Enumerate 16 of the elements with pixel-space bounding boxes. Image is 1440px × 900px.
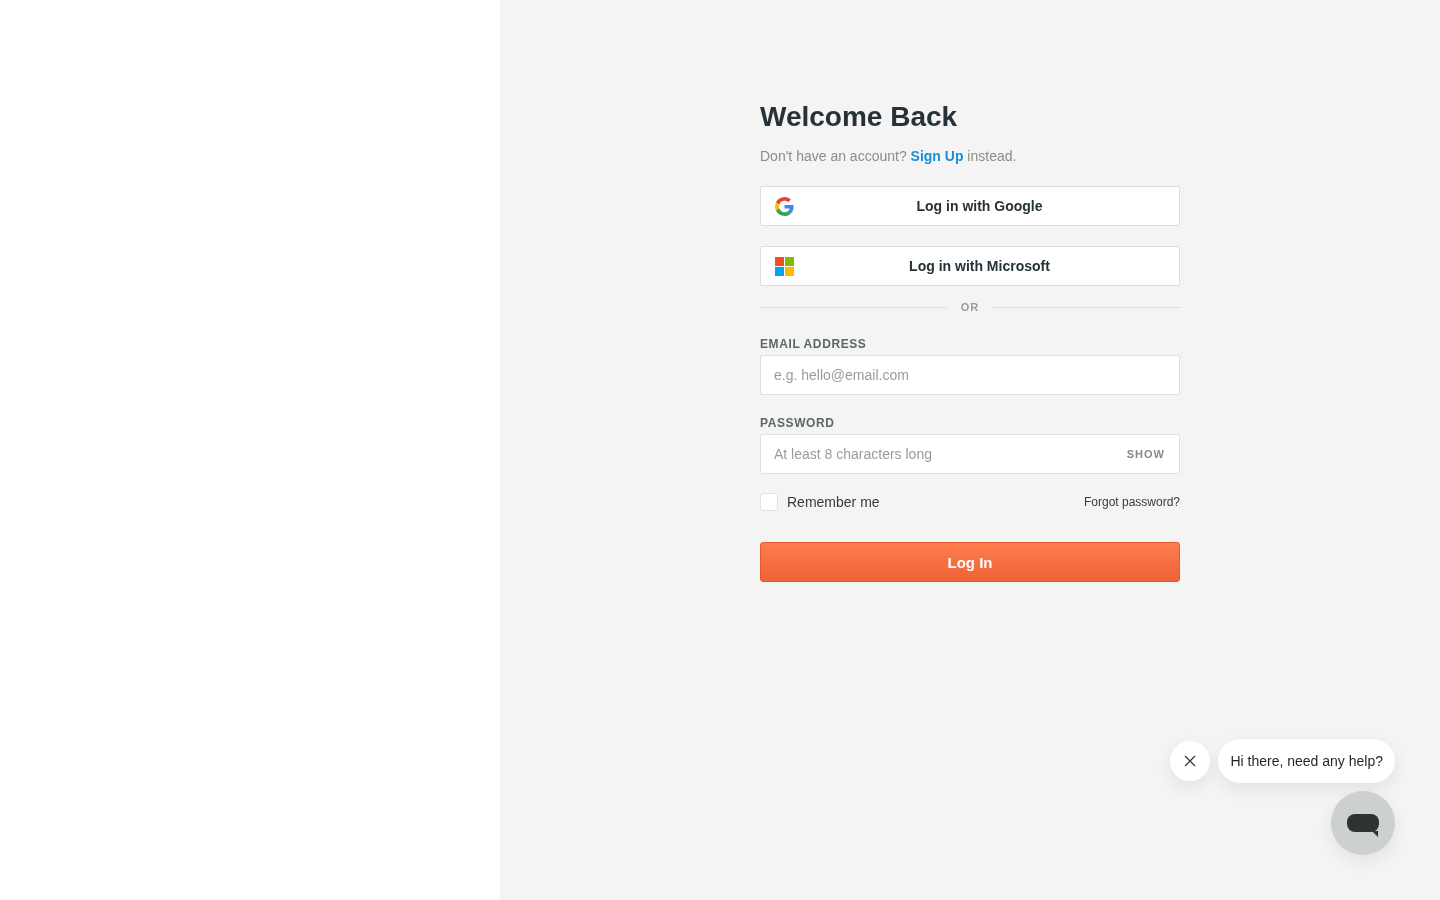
close-icon <box>1184 755 1197 767</box>
divider-label: OR <box>960 300 980 314</box>
remember-checkbox[interactable] <box>760 493 778 511</box>
field-label: PASSWORD <box>760 415 835 431</box>
forgot-password-link[interactable]: Forgot password? <box>1083 495 1180 509</box>
page-heading: Welcome Back <box>760 100 958 134</box>
speech-bubble-icon <box>1347 813 1379 837</box>
microsoft-login-button[interactable]: Log in with Microsoft <box>760 246 1180 286</box>
chat-greeting[interactable]: Hi there, need any help? <box>1218 739 1395 783</box>
remember-label: Remember me <box>787 494 880 510</box>
signup-prompt: Don't have an account? Sign Up instead. <box>760 147 1017 166</box>
four-squares-logo-icon <box>775 256 794 276</box>
g-logo-icon <box>775 196 794 216</box>
email-field[interactable]: e.g. hello@email.com <box>760 355 1180 395</box>
field-label: EMAIL ADDRESS <box>760 336 867 352</box>
google-login-button[interactable]: Log in with Google <box>760 186 1180 226</box>
